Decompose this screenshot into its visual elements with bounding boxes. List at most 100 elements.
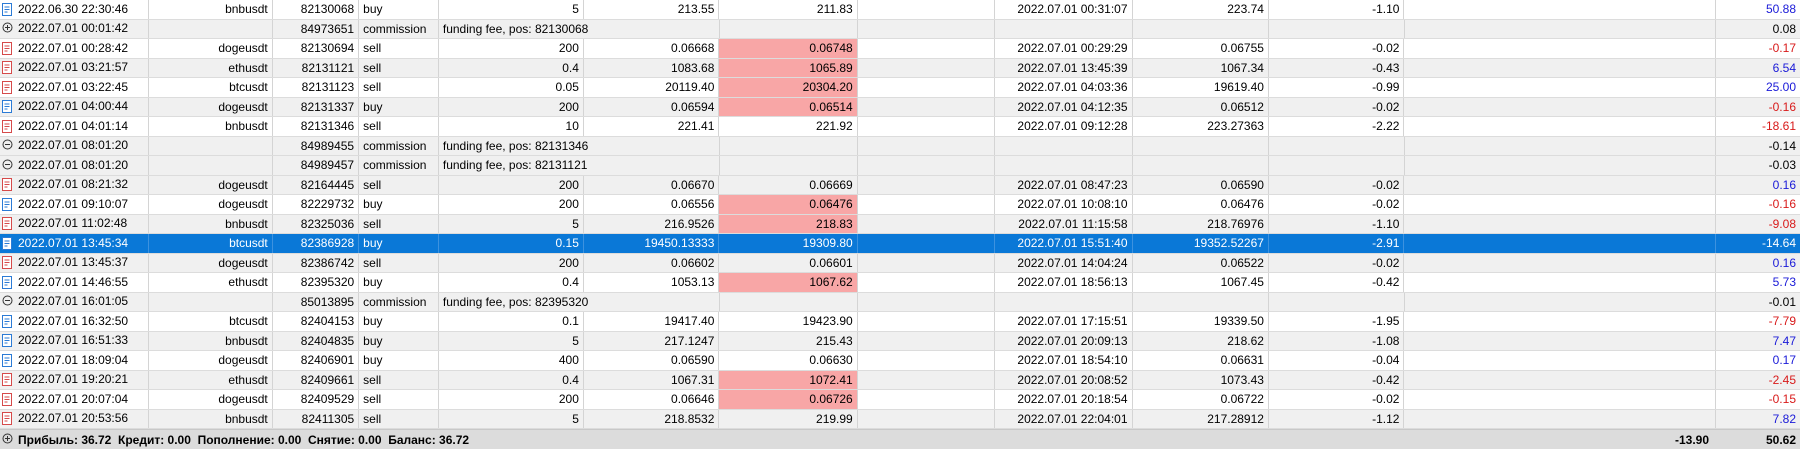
cell-time: 2022.07.01 16:32:50 <box>0 312 149 331</box>
cell-fee <box>1404 409 1716 428</box>
table-row[interactable]: 2022.07.01 09:10:07 dogeusdt 82229732 buy 20… <box>0 195 1800 215</box>
cell-profit: 50.88 <box>1765 2 1796 16</box>
cell-type: sell <box>359 39 439 58</box>
cell-price: 0.06668 <box>584 39 720 58</box>
table-row[interactable]: 2022.07.01 11:02:48 bnbusdt 82325036 sell 5 2… <box>0 214 1800 234</box>
cell-price: 19450.13333 <box>584 234 720 253</box>
cell-volume: 0.4 <box>439 273 584 292</box>
cell-symbol: dogeusdt <box>149 390 273 409</box>
cell-tp <box>858 214 996 233</box>
table-row[interactable]: 2022.07.01 00:28:42 dogeusdt 82130694 sell 2… <box>0 39 1800 59</box>
cell-profit: -0.15 <box>1768 392 1796 406</box>
table-row[interactable]: 2022.07.01 04:01:14 bnbusdt 82131346 sell 10… <box>0 117 1800 137</box>
cell-close-time: 2022.07.01 04:12:35 <box>995 97 1133 116</box>
cell-commission: -0.43 <box>1269 58 1405 77</box>
cell-close-price: 223.74 <box>1133 0 1269 19</box>
cell-commission: -0.42 <box>1269 370 1405 389</box>
time-text: 2022.07.01 20:53:56 <box>18 411 129 425</box>
table-row[interactable]: 2022.07.01 08:01:20 84989457 commission fun… <box>0 156 1800 176</box>
cell-close-price: 0.06476 <box>1133 195 1269 214</box>
cell-commission: -0.02 <box>1269 195 1405 214</box>
table-row[interactable]: 2022.06.30 22:30:46 bnbusdt 82130068 buy 5 21… <box>0 0 1800 20</box>
time-text: 2022.07.01 16:51:33 <box>18 333 129 347</box>
cell-sl <box>720 292 858 311</box>
cell-profit: -0.14 <box>1768 138 1796 153</box>
cell-volume: 5 <box>439 0 584 19</box>
cell-time: 2022.07.01 20:07:04 <box>0 390 149 409</box>
time-text: 2022.07.01 09:10:07 <box>18 196 129 211</box>
cell-type: sell <box>359 409 439 428</box>
cell-commission: -0.02 <box>1269 253 1405 272</box>
table-row[interactable]: 2022.07.01 08:21:32 dogeusdt 82164445 sell 2… <box>0 175 1800 195</box>
table-row[interactable]: 2022.07.01 03:22:45 btcusdt 82131123 sell 0.… <box>0 78 1800 98</box>
cell-symbol: dogeusdt <box>149 195 273 214</box>
cell-time: 2022.07.01 13:45:34 <box>0 234 149 253</box>
cell-close-price: 1067.34 <box>1133 58 1269 77</box>
cell-ticket: 82164445 <box>273 175 360 194</box>
cell-profit: -9.08 <box>1768 216 1796 231</box>
cell-tp <box>858 58 996 77</box>
table-row[interactable]: 2022.07.01 16:01:05 85013895 commission fun… <box>0 292 1800 312</box>
cell-profit: -18.61 <box>1761 119 1796 133</box>
table-row[interactable]: 2022.07.01 04:00:44 dogeusdt 82131337 buy 20… <box>0 97 1800 117</box>
cell-sl: 215.43 <box>719 331 858 350</box>
table-row[interactable]: 2022.07.01 16:51:33 bnbusdt 82404835 buy 5 21… <box>0 331 1800 351</box>
cell-type: commission <box>359 292 439 311</box>
cell-sl: 219.99 <box>719 409 858 428</box>
cell-symbol: dogeusdt <box>149 351 273 370</box>
buy-order-icon <box>2 236 13 250</box>
plus-circle-icon[interactable] <box>2 433 13 446</box>
cell-type: buy <box>359 234 439 253</box>
cell-profit: 0.16 <box>1772 177 1796 192</box>
time-text: 2022.07.01 04:00:44 <box>18 99 129 113</box>
footer-summary-text: Прибыль: 36.72 Кредит: 0.00 Пополнение: … <box>18 432 470 447</box>
cell-symbol: ethusdt <box>149 58 273 77</box>
cell-volume: 5 <box>439 409 584 428</box>
cell-fee <box>1404 273 1716 292</box>
table-row[interactable]: 2022.07.01 03:21:57 ethusdt 82131121 sell 0.… <box>0 58 1800 78</box>
cell-price: 0.06556 <box>584 195 720 214</box>
table-row[interactable]: 2022.07.01 14:46:55 ethusdt 82395320 buy 0.4… <box>0 273 1800 293</box>
cell-profit: -0.17 <box>1768 41 1796 55</box>
cell-close-price <box>1133 156 1270 175</box>
cell-type: buy <box>359 273 439 292</box>
table-row[interactable]: 2022.07.01 20:53:56 bnbusdt 82411305 sell 5 2… <box>0 409 1800 429</box>
cell-type: sell <box>359 175 439 194</box>
table-row[interactable]: 2022.07.01 13:45:34 btcusdt 82386928 buy 0.1… <box>0 234 1800 254</box>
cell-symbol: bnbusdt <box>149 214 273 233</box>
cell-symbol <box>149 136 273 155</box>
table-row[interactable]: 2022.07.01 16:32:50 btcusdt 82404153 buy 0.1… <box>0 312 1800 332</box>
cell-fee <box>1404 351 1716 370</box>
time-text: 2022.07.01 00:01:42 <box>18 21 129 35</box>
table-row[interactable]: 2022.07.01 13:45:37 dogeusdt 82386742 sell 2… <box>0 253 1800 273</box>
table-row[interactable]: 2022.07.01 00:01:42 84973651 commission fun… <box>0 19 1800 39</box>
cell-close-time: 2022.07.01 04:03:36 <box>995 78 1133 97</box>
cell-close-price <box>1133 292 1270 311</box>
cell-price: 0.06602 <box>584 253 720 272</box>
cell-symbol <box>149 19 273 38</box>
table-row[interactable]: 2022.07.01 20:07:04 dogeusdt 82409529 sell 2… <box>0 390 1800 410</box>
cell-sl: 0.06514 <box>719 97 858 116</box>
buy-order-icon <box>2 334 13 348</box>
cell-time: 2022.06.30 22:30:46 <box>0 0 149 19</box>
cell-close-price: 19619.40 <box>1133 78 1269 97</box>
cell-ticket: 84973651 <box>273 19 360 38</box>
cell-sl: 0.06630 <box>719 351 858 370</box>
sell-order-icon <box>2 119 13 133</box>
cell-commission: -0.02 <box>1269 39 1405 58</box>
cell-price: 0.06594 <box>584 97 720 116</box>
table-row[interactable]: 2022.07.01 08:01:20 84989455 commission fun… <box>0 136 1800 156</box>
time-text: 2022.07.01 19:20:21 <box>18 372 129 386</box>
table-row[interactable]: 2022.07.01 19:20:21 ethusdt 82409661 sell 0.… <box>0 370 1800 390</box>
cell-time: 2022.07.01 11:02:48 <box>0 214 149 233</box>
table-row[interactable]: 2022.07.01 18:09:04 dogeusdt 82406901 buy 40… <box>0 351 1800 371</box>
time-text: 2022.07.01 14:46:55 <box>18 274 129 289</box>
cell-fee <box>1404 39 1716 58</box>
time-text: 2022.07.01 13:45:37 <box>18 255 129 269</box>
cell-close-price: 218.62 <box>1133 331 1269 350</box>
cell-close-price: 218.76976 <box>1133 214 1269 233</box>
cell-profit: -0.03 <box>1768 158 1796 172</box>
time-text: 2022.06.30 22:30:46 <box>18 1 129 16</box>
cell-price: 0.06590 <box>584 351 720 370</box>
cell-ticket: 82395320 <box>273 273 360 292</box>
